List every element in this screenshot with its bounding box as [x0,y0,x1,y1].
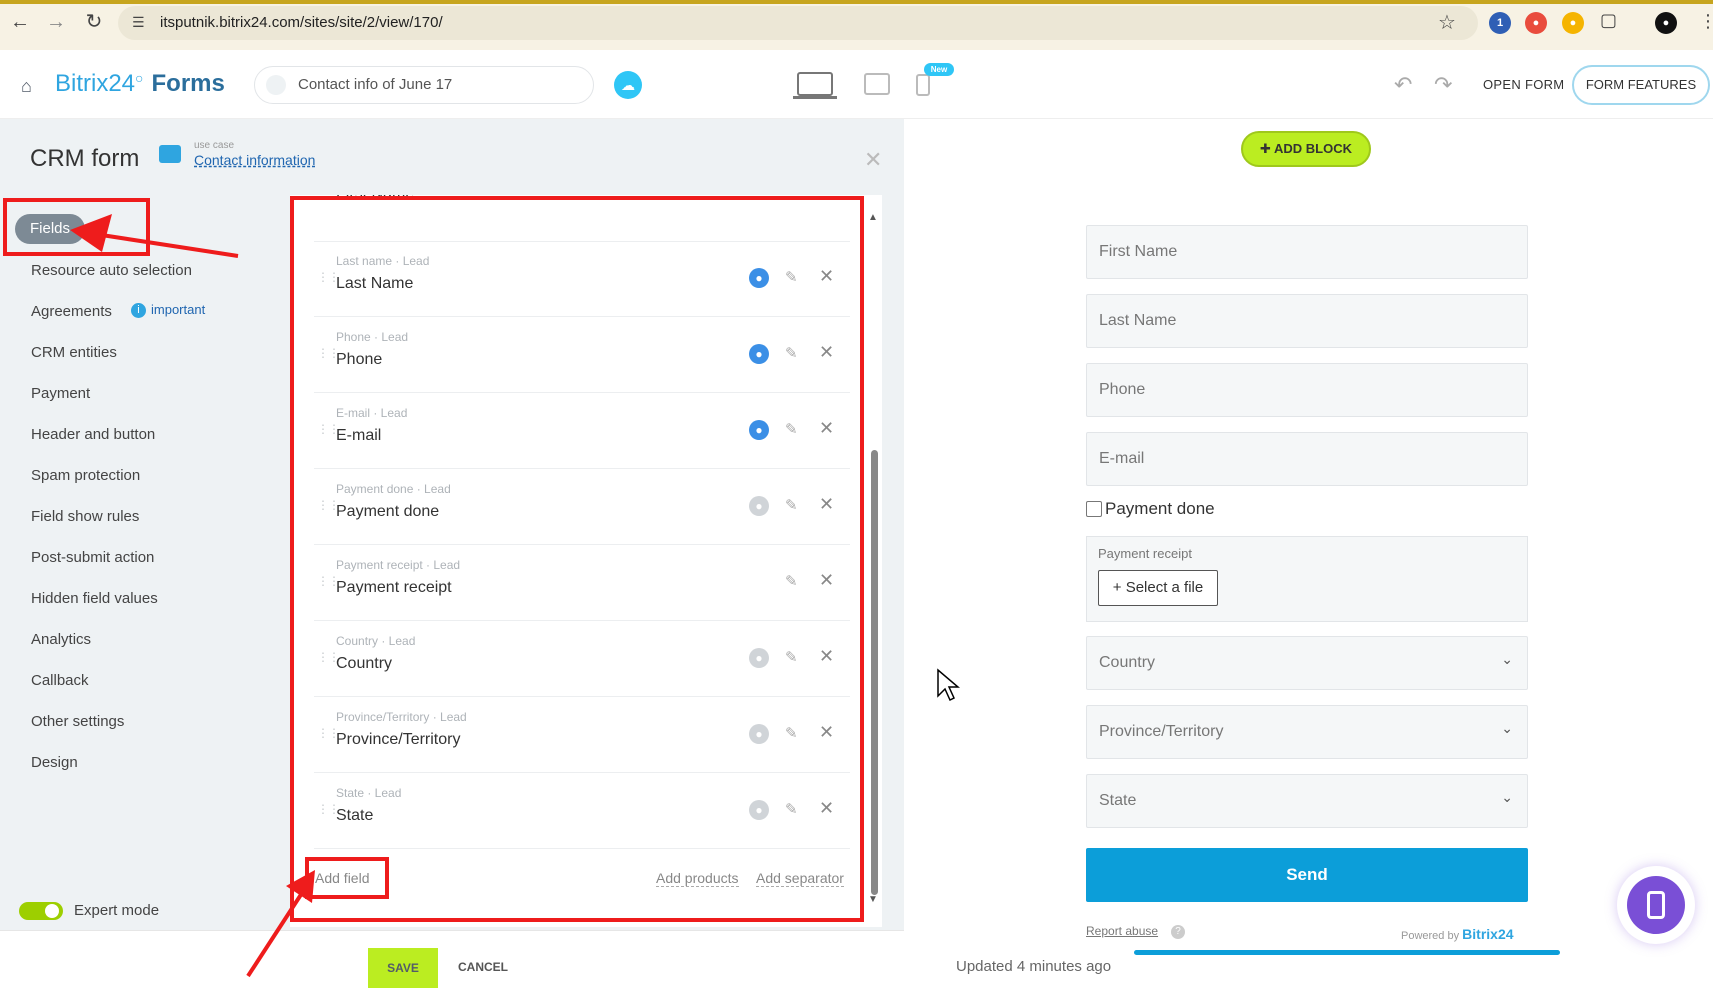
select-value: Province/Territory [1099,723,1224,740]
preview-first-name-input[interactable]: First Name [1086,225,1528,279]
chevron-down-icon: ⌄ [1501,651,1513,667]
chevron-down-icon: ⌄ [1501,720,1513,736]
payment-done-checkbox[interactable] [1086,501,1102,517]
report-abuse-link[interactable]: Report abuse [1086,924,1158,938]
plus-icon: ✚ [1259,141,1275,156]
add-block-label: ADD BLOCK [1274,141,1353,156]
preview-bottom-line [1134,950,1560,955]
select-file-button[interactable]: + Select a file [1098,570,1218,606]
cursor-shape [937,668,960,702]
add-block-button[interactable]: ✚ ADD BLOCK [1241,131,1371,167]
preview-phone-input[interactable]: Phone [1086,363,1528,417]
placeholder: Last Name [1099,312,1177,329]
help-icon[interactable]: ? [1171,925,1185,939]
preview-last-name-input[interactable]: Last Name [1086,294,1528,348]
chevron-down-icon: ⌄ [1501,789,1513,805]
preview-state-select[interactable]: State ⌄ [1086,774,1528,828]
annotation-arrowhead-fields [70,214,112,252]
send-button[interactable]: Send [1086,848,1528,902]
powered-brand: Bitrix [1462,926,1498,942]
preview-province-select[interactable]: Province/Territory ⌄ [1086,705,1528,759]
powered-brand-number: 24 [1497,926,1514,942]
placeholder: Phone [1099,381,1146,398]
mouse-cursor-icon [937,668,960,702]
payment-receipt-label: Payment receipt [1098,546,1192,561]
select-value: Country [1099,654,1156,671]
payment-done-label: Payment done [1105,499,1215,518]
powered-by-text: Powered by [1401,930,1460,942]
updated-status: Updated 4 minutes ago [956,958,1112,975]
preview-country-select[interactable]: Country ⌄ [1086,636,1528,690]
powered-by[interactable]: Powered by Bitrix24 [1401,926,1514,942]
annotation-arrow-line-add-field [246,891,304,978]
plus-icon: + [1112,579,1126,596]
placeholder: E-mail [1099,450,1145,467]
select-file-label: Select a file [1125,579,1204,596]
phone-icon [1647,891,1665,919]
preview-email-input[interactable]: E-mail [1086,432,1528,486]
annotation-arrow-line-fields [94,232,239,258]
select-value: State [1099,792,1137,809]
placeholder: First Name [1099,243,1178,260]
